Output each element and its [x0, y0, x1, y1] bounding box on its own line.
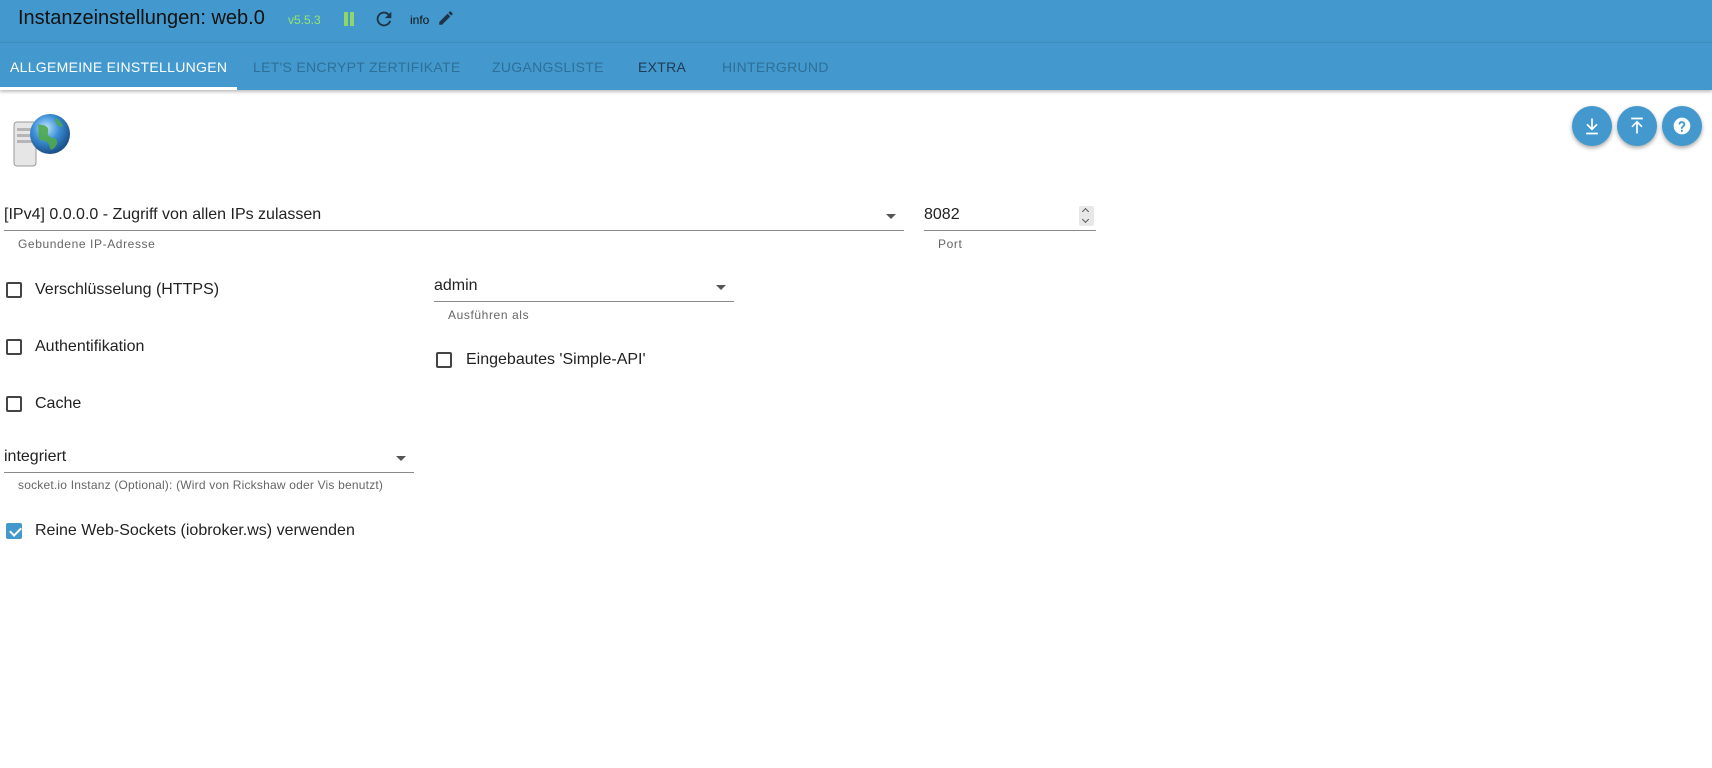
- port-stepper[interactable]: [1079, 206, 1094, 226]
- simple-api-label: Eingebautes 'Simple-API': [466, 351, 646, 368]
- bind-ip-underline: [4, 230, 904, 231]
- info-label: info: [410, 13, 430, 27]
- bind-ip-helper: Gebundene IP-Adresse: [18, 237, 156, 251]
- auth-label: Authentifikation: [35, 338, 145, 355]
- port-helper: Port: [938, 237, 963, 251]
- tab-extra[interactable]: EXTRA: [638, 43, 686, 91]
- socketio-select[interactable]: integriert: [4, 446, 414, 476]
- run-as-select[interactable]: admin: [434, 275, 734, 305]
- adapter-logo-icon: [13, 114, 70, 167]
- chevron-down-icon: [886, 214, 896, 219]
- run-as-value: admin: [434, 277, 478, 294]
- port-underline: [924, 230, 1096, 231]
- socketio-underline: [4, 472, 414, 473]
- socketio-value: integriert: [4, 448, 67, 465]
- auth-checkbox[interactable]: [6, 339, 22, 355]
- socketio-helper: socket.io Instanz (Optional): (Wird von …: [18, 478, 384, 492]
- https-label: Verschlüsselung (HTTPS): [35, 281, 220, 298]
- tab-zugangsliste[interactable]: ZUGANGSLISTE: [492, 43, 604, 91]
- https-checkbox[interactable]: [6, 282, 22, 298]
- chevron-down-icon: [716, 285, 726, 290]
- reload-icon[interactable]: [373, 8, 395, 30]
- help-icon: [1673, 117, 1691, 135]
- pencil-icon[interactable]: [437, 9, 455, 27]
- app-header: Instanzeinstellungen: web.0 v5.5.3 info: [0, 0, 1712, 42]
- upload-settings-button[interactable]: [1617, 106, 1657, 146]
- cache-label: Cache: [35, 395, 82, 412]
- web-sockets-checkbox[interactable]: [6, 523, 22, 539]
- help-button[interactable]: [1662, 106, 1702, 146]
- tab-bar: ALLGEMEINE EINSTELLUNGEN LET'S ENCRYPT Z…: [0, 42, 1712, 90]
- bind-ip-value: [IPv4] 0.0.0.0 - Zugriff von allen IPs z…: [4, 206, 322, 223]
- download-settings-button[interactable]: [1572, 106, 1612, 146]
- download-icon: [1586, 118, 1598, 135]
- page-title: Instanzeinstellungen: web.0: [18, 7, 265, 29]
- version-label: v5.5.3: [288, 13, 321, 27]
- tab-hintergrund[interactable]: HINTERGRUND: [722, 43, 829, 91]
- upload-icon: [1631, 117, 1643, 134]
- port-input[interactable]: 8082: [924, 204, 1096, 234]
- cache-checkbox[interactable]: [6, 396, 22, 412]
- pause-icon[interactable]: [342, 11, 356, 27]
- chevron-down-icon: [396, 456, 406, 461]
- run-as-helper: Ausführen als: [448, 308, 530, 322]
- active-tab-indicator: [0, 87, 237, 90]
- tab-lets-encrypt[interactable]: LET'S ENCRYPT ZERTIFIKATE: [253, 43, 461, 91]
- web-sockets-label: Reine Web-Sockets (iobroker.ws) verwende…: [35, 522, 355, 539]
- port-value: 8082: [924, 206, 960, 223]
- run-as-underline: [434, 301, 734, 302]
- simple-api-checkbox[interactable]: [436, 352, 452, 368]
- bind-ip-select[interactable]: [IPv4] 0.0.0.0 - Zugriff von allen IPs z…: [4, 204, 904, 234]
- tab-allgemeine-einstellungen[interactable]: ALLGEMEINE EINSTELLUNGEN: [10, 43, 227, 91]
